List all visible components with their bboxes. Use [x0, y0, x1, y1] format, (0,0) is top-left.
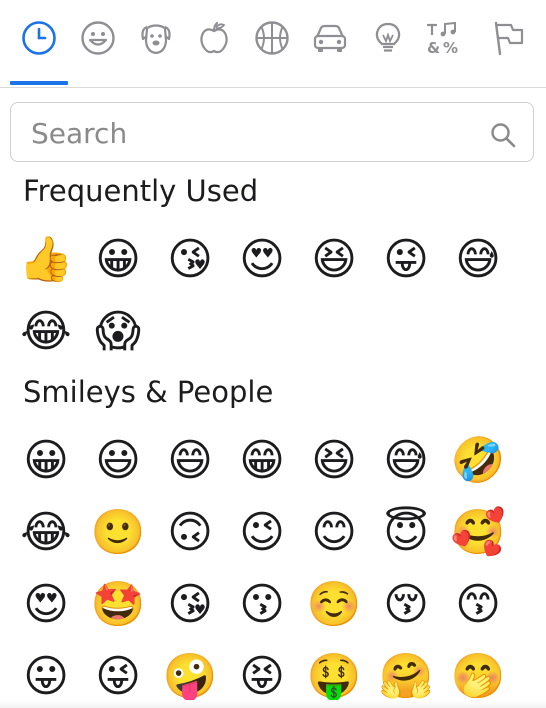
- scroll-fade: [0, 700, 546, 708]
- selected-tab-indicator: [10, 81, 68, 85]
- emoji-winking-face[interactable]: 😉: [231, 502, 293, 564]
- emoji-grinning-sweat[interactable]: 😅: [447, 229, 509, 291]
- tab-divider: [0, 87, 546, 88]
- emoji-halo[interactable]: 😇: [375, 502, 437, 564]
- apple-icon: [200, 21, 228, 54]
- emoji-rolling-laughing[interactable]: 🤣: [447, 430, 509, 492]
- dog-icon: [141, 24, 171, 55]
- emoji-grinning-face[interactable]: 😀: [87, 229, 149, 291]
- emoji-tears-of-joy[interactable]: 😂: [15, 301, 77, 363]
- car-icon: [313, 24, 347, 52]
- emoji-star-struck[interactable]: 🤩: [87, 574, 149, 636]
- tab-activities[interactable]: [248, 14, 296, 62]
- tab-flags[interactable]: [484, 14, 532, 62]
- section-title-frequently-used: Frequently Used: [23, 174, 259, 208]
- emoji-grinning-face[interactable]: 😀: [15, 430, 77, 492]
- search-box: [10, 102, 534, 162]
- tab-smileys[interactable]: [74, 14, 122, 62]
- svg-text:&: &: [427, 39, 440, 57]
- tab-travel[interactable]: [306, 14, 354, 62]
- emoji-money-mouth[interactable]: 🤑: [303, 646, 365, 708]
- tab-recent[interactable]: [15, 14, 63, 62]
- emoji-grinning-sweat[interactable]: 😅: [375, 430, 437, 492]
- emoji-slightly-smiling[interactable]: 🙂: [87, 502, 149, 564]
- section-title-smileys-people: Smileys & People: [23, 375, 274, 409]
- emoji-smiling-eyes[interactable]: 😊: [303, 502, 365, 564]
- emoji-hand-over-mouth[interactable]: 🤭: [447, 646, 509, 708]
- clock-icon: [22, 21, 56, 55]
- emoji-face-blowing-kiss[interactable]: 😘: [159, 574, 221, 636]
- emoji-face-blowing-kiss[interactable]: 😘: [159, 229, 221, 291]
- symbols-icon: & %: [427, 21, 458, 57]
- emoji-smiling-hearts[interactable]: 🥰: [447, 502, 509, 564]
- emoji-tears-of-joy[interactable]: 😂: [15, 502, 77, 564]
- emoji-squinting-tongue[interactable]: 😝: [231, 646, 293, 708]
- emoji-thumbs-up[interactable]: 👍: [15, 229, 77, 291]
- emoji-grinning-smiling-eyes[interactable]: 😄: [159, 430, 221, 492]
- emoji-hugging-face[interactable]: 🤗: [375, 646, 437, 708]
- emoji-kissing-closed-eyes[interactable]: 😚: [375, 574, 437, 636]
- emoji-face-with-tongue[interactable]: 😛: [15, 646, 77, 708]
- emoji-squinting-face[interactable]: 😆: [303, 430, 365, 492]
- emoji-smiling-face[interactable]: ☺️: [303, 574, 365, 636]
- tab-objects[interactable]: [364, 14, 412, 62]
- emoji-upside-down[interactable]: 🙃: [159, 502, 221, 564]
- emoji-grinning-big-eyes[interactable]: 😃: [87, 430, 149, 492]
- tab-food[interactable]: [190, 14, 238, 62]
- emoji-kissing-smiling-eyes[interactable]: 😙: [447, 574, 509, 636]
- flag-icon: [494, 21, 524, 56]
- emoji-beaming-face[interactable]: 😁: [231, 430, 293, 492]
- emoji-squinting-face[interactable]: 😆: [303, 229, 365, 291]
- svg-text:%: %: [443, 39, 458, 57]
- tab-animals[interactable]: [132, 14, 180, 62]
- emoji-zany-face[interactable]: 🤪: [159, 646, 221, 708]
- search-input[interactable]: [29, 111, 473, 155]
- smiley-icon: [81, 21, 115, 55]
- tab-symbols[interactable]: & %: [418, 14, 466, 62]
- emoji-winking-tongue[interactable]: 😜: [87, 646, 149, 708]
- emoji-winking-tongue[interactable]: 😜: [375, 229, 437, 291]
- search-icon[interactable]: [489, 121, 517, 149]
- lightbulb-icon: [375, 22, 401, 52]
- emoji-heart-eyes[interactable]: 😍: [15, 574, 77, 636]
- emoji-kissing-face[interactable]: 😗: [231, 574, 293, 636]
- emoji-heart-eyes[interactable]: 😍: [231, 229, 293, 291]
- category-tab-bar: & %: [0, 0, 546, 88]
- basketball-icon: [255, 21, 289, 55]
- emoji-screaming-in-fear[interactable]: 😱: [87, 301, 149, 363]
